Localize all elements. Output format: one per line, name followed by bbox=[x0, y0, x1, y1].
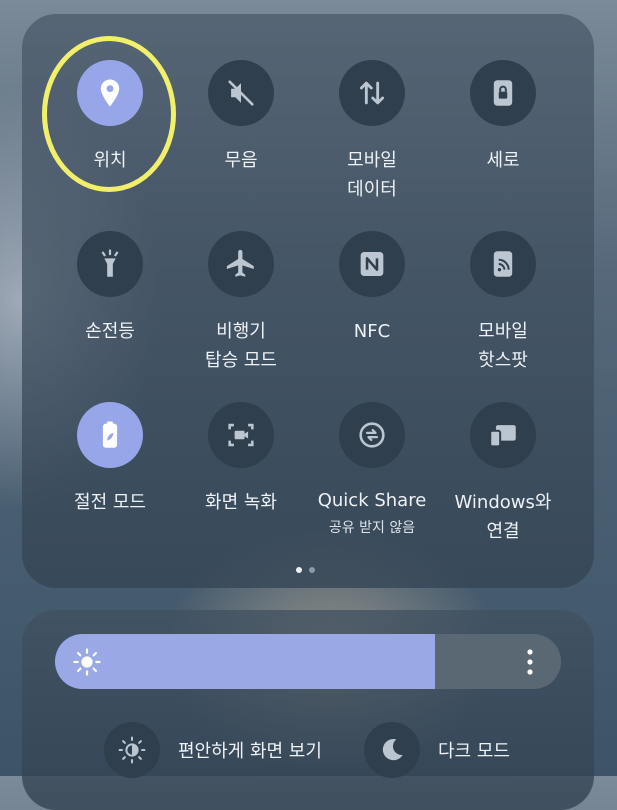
tile-mute[interactable]: 무음 bbox=[176, 60, 306, 175]
tile-label: 절전 모드 bbox=[74, 492, 146, 513]
mute-icon-button[interactable] bbox=[208, 60, 274, 126]
eye-comfort-icon bbox=[118, 736, 146, 764]
tile-label: 무음 bbox=[224, 150, 258, 171]
dark-mode-label: 다크 모드 bbox=[438, 741, 510, 762]
tile-portrait[interactable]: 세로 bbox=[438, 60, 568, 175]
tile-airplane[interactable]: 비행기 탑승 모드 bbox=[176, 231, 306, 375]
link-to-windows-icon bbox=[489, 425, 516, 448]
tile-label: 모바일 데이터 bbox=[347, 150, 397, 200]
airplane-icon bbox=[226, 249, 254, 277]
hotspot-icon bbox=[493, 251, 513, 277]
power-saving-icon-button[interactable] bbox=[77, 402, 143, 468]
tile-mobile-data[interactable]: 모바일 데이터 bbox=[307, 60, 437, 204]
tile-label: 손전등 bbox=[85, 321, 135, 342]
tile-sublabel: 공유 받지 않음 bbox=[328, 520, 416, 536]
link-to-windows-icon-button[interactable] bbox=[470, 402, 536, 468]
brightness-fill bbox=[55, 634, 435, 689]
page-indicator[interactable] bbox=[296, 567, 315, 573]
screen-record-icon bbox=[228, 423, 254, 447]
mobile-data-icon-button[interactable] bbox=[339, 60, 405, 126]
airplane-icon-button[interactable] bbox=[208, 231, 274, 297]
brightness-slider[interactable] bbox=[55, 634, 561, 689]
data-arrows-icon bbox=[359, 81, 385, 105]
eye-comfort-icon-circle bbox=[104, 722, 160, 778]
tile-screen-record[interactable]: 화면 녹화 bbox=[176, 402, 306, 517]
tile-label: NFC bbox=[353, 321, 391, 342]
mute-speaker-icon bbox=[228, 80, 254, 106]
tile-quick-share[interactable]: Quick Share 공유 받지 않음 bbox=[307, 402, 437, 537]
eye-comfort-button[interactable]: 편안하게 화면 보기 bbox=[104, 722, 322, 778]
screen-record-icon-button[interactable] bbox=[208, 402, 274, 468]
nfc-icon bbox=[360, 251, 384, 277]
tile-label: 위치 bbox=[93, 150, 127, 171]
page-dot bbox=[309, 567, 315, 573]
page-dot-active bbox=[296, 567, 302, 573]
tile-label: 화면 녹화 bbox=[205, 492, 277, 513]
tile-nfc[interactable]: NFC bbox=[307, 231, 437, 346]
tile-label: 비행기 탑승 모드 bbox=[205, 321, 277, 371]
dark-mode-button[interactable]: 다크 모드 bbox=[364, 722, 510, 778]
eye-comfort-label: 편안하게 화면 보기 bbox=[178, 741, 322, 762]
tile-flashlight[interactable]: 손전등 bbox=[45, 231, 175, 346]
sun-icon bbox=[73, 648, 101, 676]
tile-power-saving[interactable]: 절전 모드 bbox=[45, 402, 175, 517]
location-pin-icon bbox=[100, 79, 120, 107]
tile-location[interactable]: 위치 bbox=[45, 60, 175, 175]
portrait-icon-button[interactable] bbox=[470, 60, 536, 126]
moon-icon bbox=[382, 738, 403, 761]
portrait-lock-icon bbox=[493, 80, 513, 106]
tile-link-to-windows[interactable]: Windows와 연결 bbox=[438, 402, 568, 546]
hotspot-icon-button[interactable] bbox=[470, 231, 536, 297]
tile-label: Windows와 연결 bbox=[454, 492, 552, 542]
tile-label: Quick Share bbox=[317, 490, 427, 511]
tile-label: 모바일 핫스팟 bbox=[478, 321, 528, 371]
flashlight-icon bbox=[101, 249, 119, 277]
nfc-icon-button[interactable] bbox=[339, 231, 405, 297]
flashlight-icon-button[interactable] bbox=[77, 231, 143, 297]
quick-share-icon bbox=[359, 422, 385, 448]
more-vertical-icon[interactable] bbox=[527, 649, 533, 675]
tile-label: 세로 bbox=[486, 150, 520, 171]
battery-saver-icon bbox=[102, 421, 118, 448]
tile-hotspot[interactable]: 모바일 핫스팟 bbox=[438, 231, 568, 375]
quick-share-icon-button[interactable] bbox=[339, 402, 405, 468]
dark-mode-icon-circle bbox=[364, 722, 420, 778]
location-icon-button[interactable] bbox=[77, 60, 143, 126]
